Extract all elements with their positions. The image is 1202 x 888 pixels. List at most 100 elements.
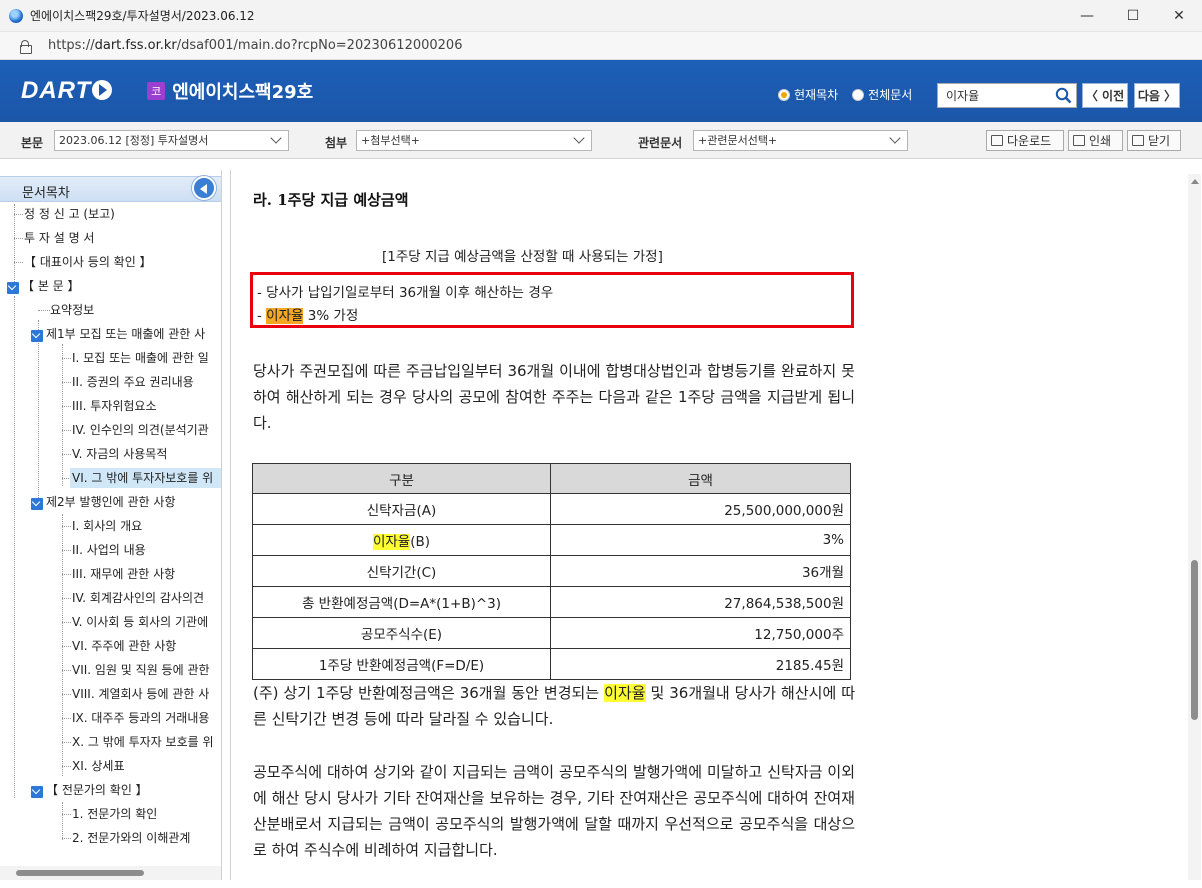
table-cell-label: 신탁자금(A) [252, 493, 551, 525]
table-note-prefix: (주) 상기 1주당 반환예정금액은 36개월 동안 변경되는 [253, 684, 605, 702]
toc-item[interactable]: I. 회사의 개요 [72, 516, 142, 536]
toc-item[interactable]: V. 자금의 사용목적 [72, 444, 167, 464]
print-label: 인쇄 [1089, 134, 1112, 148]
maximize-button[interactable]: ☐ [1110, 0, 1156, 32]
toc-item[interactable]: X. 그 밖에 투자자 보호를 위 [72, 732, 214, 752]
toc-title: 문서목차 [22, 186, 70, 201]
collapse-toggle-icon[interactable] [31, 786, 43, 798]
chevron-down-icon [889, 132, 901, 144]
attach-select-value: +첨부선택+ [361, 134, 420, 147]
lock-icon [20, 40, 32, 54]
minimize-button[interactable]: — [1064, 0, 1110, 32]
close-window-button[interactable]: ✕ [1156, 0, 1202, 32]
sidebar-scroll-thumb[interactable] [16, 870, 144, 876]
document-toolbar: 본문 2023.06.12 [정정] 투자설명서 첨부 +첨부선택+ 관련문서 … [0, 122, 1202, 159]
url-text[interactable]: https://dart.fss.or.kr/dsaf001/main.do?r… [48, 38, 462, 53]
address-bar[interactable]: https://dart.fss.or.kr/dsaf001/main.do?r… [0, 32, 1202, 60]
search-hit-highlight: 이자율 [266, 308, 304, 324]
toc-item[interactable]: 2. 전문가와의 이해관계 [72, 828, 190, 848]
toc-item[interactable]: 제1부 모집 또는 매출에 관한 사 [46, 324, 205, 344]
assumption-line-2-prefix: - [257, 308, 267, 324]
toc-item[interactable]: XI. 상세표 [72, 756, 125, 776]
toc-item[interactable]: 【 대표이사 등의 확인 】 [24, 252, 152, 272]
body-label: 본문 [21, 136, 44, 150]
download-button[interactable]: 다운로드 [986, 130, 1064, 151]
attach-label: 첨부 [325, 136, 348, 150]
table-cell-label: 공모주식수(E) [252, 617, 551, 649]
paragraph-1: 당사가 주권모집에 따른 주금납입일부터 36개월 이내에 합병대상법인과 합병… [253, 362, 855, 432]
toc-item[interactable]: 요약정보 [50, 300, 94, 320]
payout-table: 구분 금액 신탁자금(A) 25,500,000,000원 이자율(B) 3% … [252, 463, 851, 680]
corp-market-badge: 코 [147, 82, 166, 100]
url-host: dart.fss.or.kr [94, 38, 177, 53]
section-title: 라. 1주당 지급 예상금액 [253, 191, 409, 209]
toc-item[interactable]: VI. 주주에 관한 사항 [72, 636, 176, 656]
toc-item[interactable]: IV. 회계감사인의 감사의견 [72, 588, 204, 608]
collapse-toggle-icon[interactable] [7, 282, 19, 294]
toc-item[interactable]: 정 정 신 고 (보고) [24, 204, 115, 224]
toc-item[interactable]: I. 모집 또는 매출에 관한 일 [72, 348, 209, 368]
toc-item-selected[interactable]: VI. 그 밖에 투자자보호를 위 [70, 468, 221, 488]
collapse-sidebar-icon[interactable] [192, 176, 216, 200]
table-header-amount: 금액 [550, 463, 851, 494]
assumption-line-1: - 당사가 납입기일로부터 36개월 이후 해산하는 경우 [257, 285, 554, 301]
related-docs-label: 관련문서 [638, 136, 683, 150]
scroll-up-arrow-icon[interactable] [1191, 179, 1199, 184]
sidebar-horizontal-scrollbar[interactable] [0, 866, 221, 880]
content-scroll-thumb[interactable] [1191, 560, 1198, 720]
close-doc-button[interactable]: 닫기 [1127, 130, 1181, 151]
document-search-input[interactable] [946, 85, 1058, 106]
table-row: 이자율(B) 3% [252, 524, 851, 556]
related-docs-select[interactable]: +관련문서선택+ [693, 130, 908, 151]
radio-current-toc-label[interactable]: 현재목차 [794, 86, 838, 103]
toc-item[interactable]: VIII. 계열회사 등에 관한 사 [72, 684, 209, 704]
toc-item[interactable]: 1. 전문가의 확인 [72, 804, 157, 824]
toc-item[interactable]: V. 이사회 등 회사의 기관에 [72, 612, 208, 632]
attach-select[interactable]: +첨부선택+ [356, 130, 592, 151]
next-result-button[interactable]: 다음 〉 [1134, 83, 1180, 108]
search-scope-radio-group: 현재목차 전체문서 [778, 86, 926, 103]
body-document-select[interactable]: 2023.06.12 [정정] 투자설명서 [54, 130, 289, 151]
toc-item[interactable]: III. 투자위험요소 [72, 396, 157, 416]
toc-header: 문서목차 [0, 176, 221, 202]
table-cell-value: 25,500,000,000원 [550, 493, 851, 525]
toc-item[interactable]: 【 본 문 】 [22, 276, 80, 296]
toc-item[interactable]: 투 자 설 명 서 [24, 228, 94, 248]
collapse-toggle-icon[interactable] [31, 330, 43, 342]
table-row: 공모주식수(E) 12,750,000주 [252, 617, 851, 649]
search-icon[interactable] [1055, 87, 1072, 104]
table-cell-label-suffix: (B) [410, 534, 431, 550]
table-cell-value: 36개월 [550, 555, 851, 587]
close-doc-label: 닫기 [1148, 134, 1171, 148]
toc-item[interactable]: III. 재무에 관한 사항 [72, 564, 175, 584]
collapse-toggle-icon[interactable] [31, 498, 43, 510]
toc-item[interactable]: 【 전문가의 확인 】 [46, 780, 148, 800]
table-cell-value: 3% [550, 524, 851, 556]
close-doc-icon [1132, 135, 1144, 146]
toc-item[interactable]: VII. 임원 및 직원 등에 관한 [72, 660, 210, 680]
print-button[interactable]: 인쇄 [1068, 130, 1123, 151]
url-path: /dsaf001/main.do?rcpNo=20230612000206 [176, 38, 463, 53]
toc-item[interactable]: II. 증권의 주요 권리내용 [72, 372, 194, 392]
table-row: 총 반환예정금액(D=A*(1+B)^3) 27,864,538,500원 [252, 586, 851, 618]
radio-current-toc[interactable] [778, 88, 790, 101]
table-cell-value: 27,864,538,500원 [550, 586, 851, 618]
dart-logo-circle-icon [92, 80, 113, 100]
toc-item[interactable]: II. 사업의 내용 [72, 540, 146, 560]
toc-item[interactable]: IX. 대주주 등과의 거래내용 [72, 708, 209, 728]
table-cell-label: 총 반환예정금액(D=A*(1+B)^3) [252, 586, 551, 618]
dart-logo[interactable]: DART [21, 77, 113, 105]
toc-item[interactable]: 제2부 발행인에 관한 사항 [46, 492, 175, 512]
window-title: 엔에이치스팩29호/투자설명서/2023.06.12 [30, 9, 255, 23]
radio-all-document-label[interactable]: 전체문서 [868, 86, 912, 103]
table-note: (주) 상기 1주당 반환예정금액은 36개월 동안 변경되는 이자율 및 36… [253, 680, 855, 732]
content-vertical-scrollbar[interactable] [1188, 174, 1201, 880]
radio-all-document[interactable] [852, 88, 865, 101]
assumption-line-2: - 이자율 3% 가정 [257, 304, 358, 324]
assumption-title: [1주당 지급 예상금액을 산정할 때 사용되는 가정] [382, 249, 663, 265]
table-cell-label: 신탁기간(C) [252, 555, 551, 587]
toc-item[interactable]: IV. 인수인의 의견(분석기관 [72, 420, 209, 440]
dart-logo-text: DART [21, 77, 92, 104]
table-row: 신탁기간(C) 36개월 [252, 555, 851, 587]
prev-result-button[interactable]: 〈 이전 [1082, 83, 1128, 108]
